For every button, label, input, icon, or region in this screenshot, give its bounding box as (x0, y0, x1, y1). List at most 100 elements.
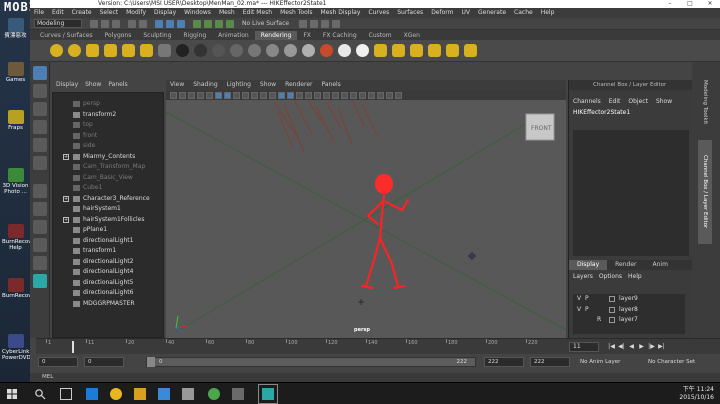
render-icon[interactable] (464, 44, 477, 57)
search-icon[interactable] (34, 388, 46, 400)
layer-reference-toggle[interactable]: R (597, 315, 609, 326)
layer-row[interactable]: R layer7 (573, 315, 685, 326)
maximize-button[interactable]: □ (680, 0, 700, 8)
outliner-persp-layout-icon[interactable] (33, 256, 47, 270)
minimize-button[interactable]: – (660, 0, 680, 8)
material-sphere-icon[interactable] (176, 44, 189, 57)
menu-mesh-display[interactable]: Mesh Display (321, 8, 361, 18)
render-frame-icon[interactable] (299, 19, 308, 28)
expand-toggle-icon[interactable]: + (63, 195, 69, 202)
outliner-item[interactable]: + Character3_Reference (53, 194, 163, 205)
layer-tab-display[interactable]: Display (569, 260, 608, 270)
outliner-menu-panels[interactable]: Panels (108, 80, 127, 90)
outliner-item[interactable]: directionalLight6 (53, 288, 163, 299)
time-slider[interactable]: 1 11 20 40 60 80 100 120 140 160 180 200 220 11 |◀ ◀… (36, 338, 720, 354)
viewport-menu-shading[interactable]: Shading (193, 80, 217, 90)
viewport-menu-panels[interactable]: Panels (321, 80, 340, 90)
wireframe-icon[interactable] (278, 91, 285, 99)
channel-box-menu-channels[interactable]: Channels (573, 96, 601, 108)
open-scene-icon[interactable] (101, 19, 109, 28)
menu-mesh-tools[interactable]: Mesh Tools (280, 8, 312, 18)
menu-surfaces[interactable]: Surfaces (397, 8, 423, 18)
desktop-icon[interactable]: BurnRecovery Help (2, 224, 40, 251)
command-line[interactable]: MEL (30, 373, 720, 382)
desktop-icon[interactable]: BurnRecov... (2, 278, 36, 299)
outliner-item[interactable]: top (53, 120, 163, 131)
render-settings-icon[interactable] (321, 19, 330, 28)
range-slider-handle[interactable] (147, 357, 155, 367)
layer-color-swatch[interactable] (609, 317, 615, 323)
smooth-shade-icon[interactable] (287, 91, 294, 99)
character-set-selector[interactable]: No Character Set (648, 359, 695, 365)
edge-browser-icon[interactable] (86, 388, 98, 400)
outliner-item[interactable]: Cam_Transform_Map (53, 162, 163, 173)
rotate-tool-icon[interactable] (33, 138, 47, 152)
camera-icon[interactable] (158, 44, 171, 57)
render-icon[interactable] (428, 44, 441, 57)
isolate-select-icon[interactable] (368, 91, 375, 99)
material-sphere-icon[interactable] (338, 44, 351, 57)
layer-menu-layers[interactable]: Layers (573, 272, 593, 282)
motion-blur-icon[interactable] (341, 91, 348, 99)
camera-attributes-icon[interactable] (170, 91, 177, 99)
shelf-tab-rendering[interactable]: Rendering (254, 31, 298, 40)
outliner-item[interactable]: pPlane1 (53, 225, 163, 236)
redo-icon[interactable] (139, 19, 147, 28)
outliner-item[interactable]: directionalLight2 (53, 257, 163, 268)
persp-graph-layout-icon[interactable] (33, 238, 47, 252)
undo-icon[interactable] (128, 19, 136, 28)
snap-grid-icon[interactable] (193, 19, 201, 28)
paint-select-tool-icon[interactable] (33, 102, 47, 116)
layer-menu-options[interactable]: Options (599, 272, 622, 282)
store-icon[interactable] (158, 388, 170, 400)
single-pane-layout-icon[interactable] (33, 184, 47, 198)
layer-color-swatch[interactable] (609, 296, 615, 302)
render-icon[interactable] (446, 44, 459, 57)
menu-select[interactable]: Select (100, 8, 119, 18)
menu-edit-mesh[interactable]: Edit Mesh (243, 8, 272, 18)
bookmark-icon[interactable] (179, 91, 186, 99)
menu-file[interactable]: File (34, 8, 44, 18)
layer-visibility-toggle[interactable]: V (573, 294, 585, 305)
material-sphere-icon[interactable] (194, 44, 207, 57)
light-icon[interactable] (140, 44, 153, 57)
four-pane-layout-icon[interactable] (33, 202, 47, 216)
x-ray-icon[interactable] (377, 91, 384, 99)
shelf-tab-curves-surfaces[interactable]: Curves / Surfaces (34, 31, 99, 40)
move-tool-icon[interactable] (33, 120, 47, 134)
depth-of-field-icon[interactable] (359, 91, 366, 99)
channel-box-menu-object[interactable]: Object (628, 96, 648, 108)
x-ray-components-icon[interactable] (395, 91, 402, 99)
layer-menu-help[interactable]: Help (628, 272, 642, 282)
tab-channel-box-layer-editor[interactable]: Channel Box / Layer Editor (698, 140, 712, 244)
expand-toggle-icon[interactable]: + (63, 153, 69, 160)
select-hierarchy-icon[interactable] (155, 19, 163, 28)
layer-reference-toggle[interactable] (597, 294, 609, 305)
miarmy-icon[interactable] (33, 274, 47, 288)
layer-visibility-toggle[interactable] (573, 315, 585, 326)
anti-aliasing-icon[interactable] (350, 91, 357, 99)
render-icon[interactable] (392, 44, 405, 57)
shelf-tab-rigging[interactable]: Rigging (177, 31, 212, 40)
animation-end-field[interactable]: 222 (530, 357, 570, 367)
step-forward-key-button[interactable]: |▶ (648, 343, 655, 350)
outliner-item[interactable]: + hairSystem1Follicles (53, 215, 163, 226)
viewport-menu-renderer[interactable]: Renderer (285, 80, 312, 90)
tab-modeling-toolkit[interactable]: Modeling Toolkit (698, 72, 712, 132)
save-scene-icon[interactable] (112, 19, 120, 28)
material-sphere-icon[interactable] (266, 44, 279, 57)
menu-display[interactable]: Display (154, 8, 176, 18)
app-icon[interactable] (182, 388, 194, 400)
go-to-start-button[interactable]: |◀ (608, 343, 615, 350)
locator-icon[interactable] (358, 299, 364, 305)
lasso-tool-icon[interactable] (33, 84, 47, 98)
anim-layer-selector[interactable]: No Anim Layer (580, 359, 620, 365)
go-to-end-button[interactable]: ▶| (658, 343, 665, 350)
render-icon[interactable] (374, 44, 387, 57)
desktop-icon[interactable]: CyberLink PowerDVD (2, 334, 31, 361)
animation-start-field[interactable]: 0 (38, 357, 78, 367)
light-icon[interactable] (50, 44, 63, 57)
viewport-menu-show[interactable]: Show (260, 80, 276, 90)
menu-help[interactable]: Help (541, 8, 555, 18)
snap-point-icon[interactable] (215, 19, 223, 28)
